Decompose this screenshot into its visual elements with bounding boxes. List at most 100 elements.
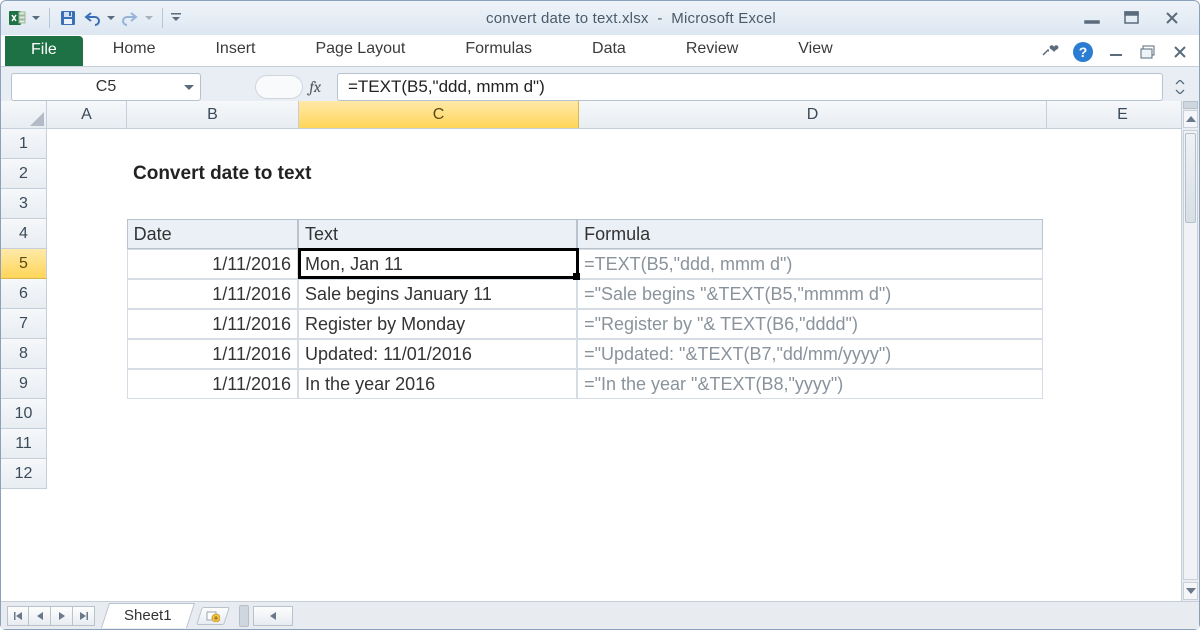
name-box[interactable]: C5 [11, 73, 201, 101]
undo-dropdown[interactable] [106, 8, 116, 28]
redo-dropdown[interactable] [144, 8, 154, 28]
cell-A2[interactable] [47, 159, 127, 189]
cell-D4[interactable]: Formula [577, 219, 1043, 249]
cell-E5[interactable] [1043, 249, 1181, 279]
select-all-corner[interactable] [1, 101, 47, 128]
sheet-nav-next-icon[interactable] [51, 606, 73, 626]
col-header-E[interactable]: E [1047, 101, 1199, 128]
cell-E6[interactable] [1043, 279, 1181, 309]
formula-bar[interactable]: =TEXT(B5,"ddd, mmm d") [337, 73, 1163, 101]
scrollbar-thumb[interactable] [1185, 133, 1196, 223]
scrollbar-track[interactable] [1183, 130, 1198, 580]
cell-C1[interactable] [298, 129, 577, 159]
cell-C6[interactable]: Sale begins January 11 [298, 279, 577, 309]
cell-B5[interactable]: 1/11/2016 [127, 249, 298, 279]
cell-row12[interactable] [47, 459, 1181, 489]
row-header-1[interactable]: 1 [1, 129, 47, 159]
fx-icon[interactable]: fx [309, 78, 321, 96]
cell-A1[interactable] [47, 129, 127, 159]
cell-D1[interactable] [577, 129, 1043, 159]
cell-B4[interactable]: Date [127, 219, 298, 249]
undo-icon[interactable] [82, 8, 102, 28]
cell-E8[interactable] [1043, 339, 1181, 369]
vertical-scrollbar[interactable] [1181, 101, 1199, 601]
cell-C4[interactable]: Text [298, 219, 577, 249]
name-box-dropdown-icon[interactable] [184, 78, 194, 96]
col-header-D[interactable]: D [579, 101, 1047, 128]
cell-D3[interactable] [577, 189, 1043, 219]
excel-icon[interactable] [7, 8, 27, 28]
cell-D6[interactable]: ="Sale begins "&TEXT(B5,"mmmm d") [577, 279, 1043, 309]
redo-icon[interactable] [120, 8, 140, 28]
cell-row11[interactable] [47, 429, 1181, 459]
row-header-2[interactable]: 2 [1, 159, 47, 189]
tab-formulas[interactable]: Formulas [465, 34, 532, 66]
sheet-nav-last-icon[interactable] [73, 606, 95, 626]
row-header-3[interactable]: 3 [1, 189, 47, 219]
tab-review[interactable]: Review [686, 34, 738, 66]
tab-home[interactable]: Home [113, 34, 156, 66]
cell-E4[interactable] [1043, 219, 1181, 249]
scroll-down-icon[interactable] [1183, 582, 1198, 600]
new-sheet-icon[interactable] [196, 607, 230, 625]
tab-page-layout[interactable]: Page Layout [315, 34, 405, 66]
minimize-ribbon-icon[interactable]: ❤ [1041, 43, 1059, 61]
cell-E1[interactable] [1043, 129, 1181, 159]
cell-B3[interactable] [127, 189, 298, 219]
row-header-8[interactable]: 8 [1, 339, 47, 369]
cell-C7[interactable]: Register by Monday [298, 309, 577, 339]
file-tab[interactable]: File [5, 36, 83, 66]
cell-D7[interactable]: ="Register by "& TEXT(B6,"dddd") [577, 309, 1043, 339]
qat-customize-dropdown[interactable] [171, 8, 181, 28]
cell-D9[interactable]: ="In the year "&TEXT(B8,"yyyy") [577, 369, 1043, 399]
cell-B7[interactable]: 1/11/2016 [127, 309, 298, 339]
row-header-9[interactable]: 9 [1, 369, 47, 399]
minimize-button[interactable] [1081, 10, 1103, 26]
col-header-A[interactable]: A [47, 101, 127, 128]
tab-insert[interactable]: Insert [215, 34, 255, 66]
cell-C3[interactable] [298, 189, 577, 219]
cell-E3[interactable] [1043, 189, 1181, 219]
tab-split-handle[interactable] [239, 605, 249, 627]
help-icon[interactable]: ? [1073, 42, 1093, 62]
scroll-up-icon[interactable] [1183, 110, 1198, 128]
formula-bar-expand-icon[interactable] [1171, 80, 1189, 94]
cell-A6[interactable] [47, 279, 127, 309]
cell-C9[interactable]: In the year 2016 [298, 369, 577, 399]
cell-A7[interactable] [47, 309, 127, 339]
row-header-6[interactable]: 6 [1, 279, 47, 309]
horizontal-scroll-left-icon[interactable] [253, 606, 293, 626]
sheet-tab-active[interactable]: Sheet1 [101, 603, 195, 628]
tab-data[interactable]: Data [592, 34, 626, 66]
cell-E9[interactable] [1043, 369, 1181, 399]
cell-A9[interactable] [47, 369, 127, 399]
workbook-minimize-icon[interactable] [1107, 43, 1125, 61]
save-icon[interactable] [58, 8, 78, 28]
col-header-C[interactable]: C [299, 101, 579, 128]
cell-row10[interactable] [47, 399, 1181, 429]
row-header-7[interactable]: 7 [1, 309, 47, 339]
workbook-restore-icon[interactable] [1139, 43, 1157, 61]
cell-C5[interactable]: Mon, Jan 11 [298, 249, 577, 279]
spreadsheet-grid[interactable]: A B C D E 1 2 Convert date to text 3 [1, 101, 1199, 629]
cell-B6[interactable]: 1/11/2016 [127, 279, 298, 309]
cell-A4[interactable] [47, 219, 127, 249]
excel-menu-dropdown[interactable] [31, 8, 41, 28]
cell-E7[interactable] [1043, 309, 1181, 339]
close-button[interactable] [1161, 10, 1183, 26]
row-header-11[interactable]: 11 [1, 429, 47, 459]
cell-A5[interactable] [47, 249, 127, 279]
cell-B1[interactable] [127, 129, 298, 159]
maximize-button[interactable] [1121, 10, 1143, 26]
tab-view[interactable]: View [798, 34, 832, 66]
vertical-split-handle[interactable] [1183, 101, 1198, 109]
cell-B8[interactable]: 1/11/2016 [127, 339, 298, 369]
cell-D5[interactable]: =TEXT(B5,"ddd, mmm d") [577, 249, 1043, 279]
row-header-10[interactable]: 10 [1, 399, 47, 429]
row-header-4[interactable]: 4 [1, 219, 47, 249]
cell-B2[interactable]: Convert date to text [127, 159, 1047, 189]
sheet-nav-prev-icon[interactable] [29, 606, 51, 626]
cell-C8[interactable]: Updated: 11/01/2016 [298, 339, 577, 369]
row-header-12[interactable]: 12 [1, 459, 47, 489]
cell-A3[interactable] [47, 189, 127, 219]
